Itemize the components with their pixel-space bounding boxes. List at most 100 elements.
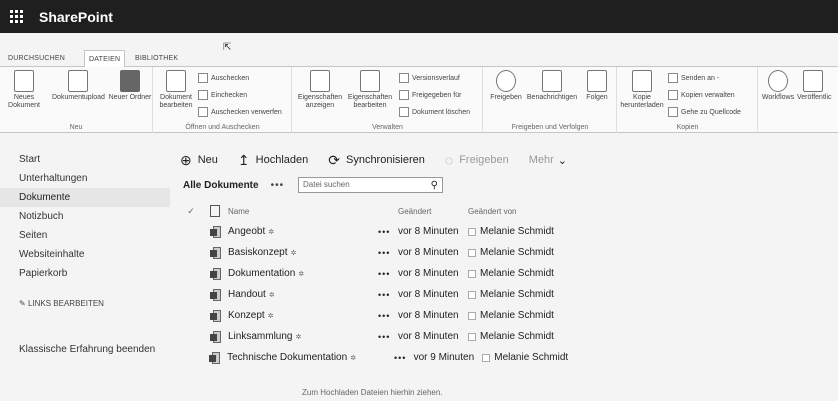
follow-button[interactable]: Folgen <box>580 70 614 102</box>
modified-by-value[interactable]: Melanie Schmidt <box>480 310 554 321</box>
row-more-button[interactable]: ••• <box>378 311 398 321</box>
share-command-button[interactable]: ◌ Freigeben <box>445 152 509 168</box>
presence-icon <box>468 248 476 257</box>
nav-item-notizbuch[interactable]: Notizbuch <box>0 207 170 226</box>
file-type-header-icon <box>202 205 228 217</box>
group-label-oeffnen: Öffnen und Auschecken <box>185 124 260 131</box>
manage-copies-button[interactable]: Kopien verwalten <box>668 90 735 100</box>
row-more-button[interactable]: ••• <box>378 248 398 258</box>
presence-icon <box>468 311 476 320</box>
row-more-button[interactable]: ••• <box>378 290 398 300</box>
table-row[interactable]: Angeobt ✲ ••• vor 8 Minuten Melanie Schmi… <box>180 221 600 242</box>
plus-circle-icon: ⊕ <box>180 151 192 168</box>
tab-dateien[interactable]: DATEIEN <box>84 50 126 68</box>
file-name-link[interactable]: Angeobt <box>228 226 265 237</box>
checkin-button[interactable]: Einchecken <box>198 90 247 100</box>
edit-properties-button[interactable]: Eigenschaften bearbeiten <box>345 70 395 110</box>
group-workflows: Workflows Veröffentlic <box>759 67 838 133</box>
word-file-icon <box>208 351 220 364</box>
column-name[interactable]: Name <box>228 207 378 216</box>
nav-item-websiteinhalte[interactable]: Websiteinhalte <box>0 245 170 264</box>
share-button[interactable]: Freigeben <box>486 70 526 102</box>
workflows-button[interactable]: Workflows <box>759 70 797 102</box>
table-row[interactable]: Handout ✲ ••• vor 8 Minuten Melanie Schmi… <box>180 284 600 305</box>
file-name-link[interactable]: Dokumentation <box>228 268 295 279</box>
select-all-checkmark-icon[interactable]: ✓ <box>180 206 202 217</box>
table-row[interactable]: Basiskonzept ✲ ••• vor 8 Minuten Melanie … <box>180 242 600 263</box>
bell-icon <box>542 70 562 92</box>
edit-links-button[interactable]: ✎ LINKS BEARBEITEN <box>0 297 170 311</box>
row-more-button[interactable]: ••• <box>378 227 398 237</box>
star-icon <box>587 70 607 92</box>
group-neu: Neues Dokument Dokumentupload Neuer Ordn… <box>0 67 153 133</box>
ribbon: Neues Dokument Dokumentupload Neuer Ordn… <box>0 67 838 133</box>
table-row[interactable]: Linksammlung ✲ ••• vor 8 Minuten Melanie … <box>180 326 600 347</box>
tab-durchsuchen[interactable]: DURCHSUCHEN <box>4 50 69 67</box>
search-icon[interactable]: ⚲ <box>431 179 438 193</box>
upload-document-button[interactable]: Dokumentupload <box>52 70 105 102</box>
modified-by-value[interactable]: Melanie Schmidt <box>480 289 554 300</box>
group-verwalten: Eigenschaften anzeigen Eigenschaften bea… <box>293 67 483 133</box>
send-to-button[interactable]: Senden an - <box>668 73 719 83</box>
table-row[interactable]: Technische Dokumentation ✲ ••• vor 9 Minu… <box>180 347 600 368</box>
delete-document-button[interactable]: Dokument löschen <box>399 107 470 117</box>
checkout-button[interactable]: Auschecken <box>198 73 249 83</box>
modified-by-value[interactable]: Melanie Schmidt <box>480 268 554 279</box>
view-selector[interactable]: Alle Dokumente <box>183 180 259 191</box>
file-name-link[interactable]: Handout <box>228 289 266 300</box>
new-folder-button[interactable]: Neuer Ordner <box>108 70 152 102</box>
shared-with-icon <box>399 90 409 100</box>
table-row[interactable]: Konzept ✲ ••• vor 8 Minuten Melanie Schmi… <box>180 305 600 326</box>
go-to-source-icon <box>668 107 678 117</box>
file-name-link[interactable]: Linksammlung <box>228 331 292 342</box>
discard-checkout-button[interactable]: Auschecken verwerfen <box>198 107 282 117</box>
group-label-verwalten: Verwalten <box>372 124 403 131</box>
nav-item-seiten[interactable]: Seiten <box>0 226 170 245</box>
presence-icon <box>468 332 476 341</box>
download-copy-button[interactable]: Kopie herunterladen <box>620 70 664 110</box>
column-modified[interactable]: Geändert <box>398 207 468 216</box>
modified-value: vor 8 Minuten <box>398 310 459 321</box>
nav-item-unterhaltungen[interactable]: Unterhaltungen <box>0 169 170 188</box>
new-document-button[interactable]: Neues Dokument <box>2 70 46 110</box>
new-command-button[interactable]: ⊕ Neu <box>180 152 218 169</box>
shared-with-button[interactable]: Freigegeben für <box>399 90 461 100</box>
tab-bibliothek[interactable]: BIBLIOTHEK <box>131 50 182 67</box>
edit-document-button[interactable]: Dokument bearbeiten <box>156 70 196 110</box>
app-launcher-icon[interactable] <box>0 0 33 33</box>
word-file-icon <box>209 225 221 238</box>
command-bar: ⊕ Neu ↥ Hochladen ⟳ Synchronisieren ◌ Freige… <box>180 150 587 170</box>
upload-arrow-icon: ↥ <box>237 151 250 168</box>
view-more-options[interactable]: ••• <box>271 180 285 191</box>
search-input[interactable]: Datei suchen ⚲ <box>298 177 443 193</box>
version-history-button[interactable]: Versionsverlauf <box>399 73 460 83</box>
modified-by-value[interactable]: Melanie Schmidt <box>480 226 554 237</box>
modified-by-value[interactable]: Melanie Schmidt <box>480 331 554 342</box>
file-name-link[interactable]: Technische Dokumentation <box>227 352 347 363</box>
column-modified-by[interactable]: Geändert von <box>468 207 588 216</box>
nav-item-dokumente[interactable]: Dokumente <box>0 188 170 207</box>
upload-command-label: Hochladen <box>255 154 309 166</box>
row-more-button[interactable]: ••• <box>378 332 398 342</box>
word-file-icon <box>209 330 221 343</box>
alert-me-button[interactable]: Benachrichtigen <box>524 70 580 102</box>
file-name-link[interactable]: Konzept <box>228 310 265 321</box>
brand-title[interactable]: SharePoint <box>39 9 113 25</box>
group-freigeben: Freigeben Benachrichtigen Folgen Freigeb… <box>484 67 617 133</box>
go-to-source-button[interactable]: Gehe zu Quellcode <box>668 107 741 117</box>
presence-icon <box>468 269 476 278</box>
exit-classic-link[interactable]: Klassische Erfahrung beenden <box>19 344 155 355</box>
row-more-button[interactable]: ••• <box>394 353 414 363</box>
modified-by-value[interactable]: Melanie Schmidt <box>494 352 568 363</box>
table-row[interactable]: Dokumentation ✲ ••• vor 8 Minuten Melanie… <box>180 263 600 284</box>
nav-item-papierkorb[interactable]: Papierkorb <box>0 264 170 283</box>
file-name-link[interactable]: Basiskonzept <box>228 247 287 258</box>
upload-command-button[interactable]: ↥ Hochladen <box>238 152 308 169</box>
sync-command-button[interactable]: ⟳ Synchronisieren <box>328 152 425 169</box>
modified-by-value[interactable]: Melanie Schmidt <box>480 247 554 258</box>
nav-item-start[interactable]: Start <box>0 150 170 169</box>
row-more-button[interactable]: ••• <box>378 269 398 279</box>
view-properties-button[interactable]: Eigenschaften anzeigen <box>295 70 345 110</box>
more-command-button[interactable]: Mehr ⌄ <box>529 154 567 167</box>
publish-button[interactable]: Veröffentlic <box>797 70 838 102</box>
